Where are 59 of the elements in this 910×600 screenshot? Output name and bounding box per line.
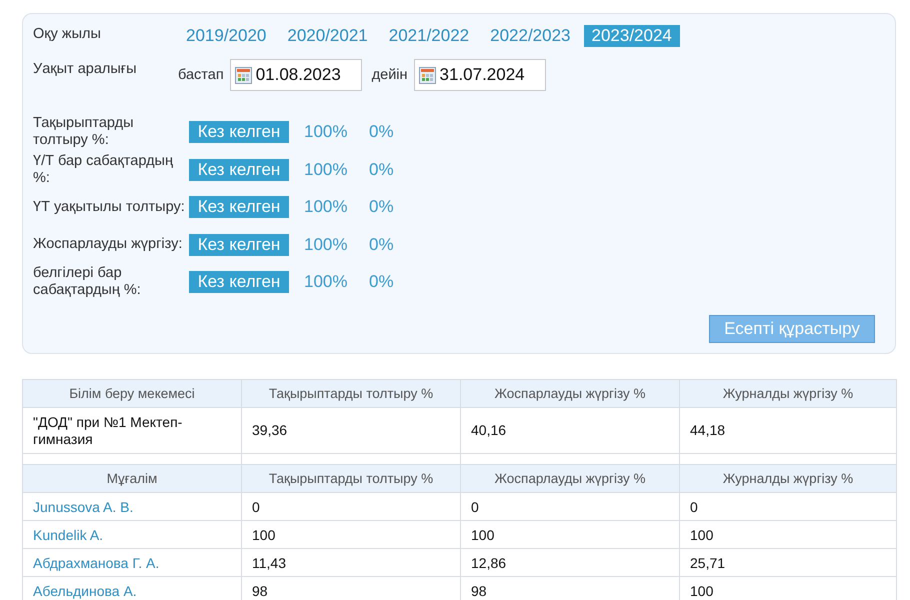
column-header: Білім беру мекемесі [22, 380, 242, 408]
mode-button[interactable]: Кез келген [189, 158, 289, 181]
table-cell: 100 [680, 520, 896, 548]
year-tab[interactable]: 2020/2021 [279, 25, 376, 47]
column-header: Мұғалім [22, 464, 242, 492]
metric-label: ҮТ уақытылы толтыру: [33, 198, 186, 216]
calendar-icon[interactable] [418, 66, 436, 84]
column-header: Жоспарлауды жүргізу % [460, 380, 680, 408]
max-percent[interactable]: 100% [304, 160, 369, 180]
column-header: Жоспарлауды жүргізу % [460, 464, 680, 492]
calendar-icon[interactable] [234, 66, 252, 84]
column-header: Тақырыптарды толтыру % [242, 464, 460, 492]
year-tab[interactable]: 2021/2022 [380, 25, 478, 47]
table-cell: 100 [460, 520, 680, 548]
table-cell: 12,86 [460, 548, 680, 576]
metric-label: белгілері бар сабақтардың %: [33, 265, 142, 300]
table-cell: 25,71 [680, 548, 896, 576]
school-name-cell: "ДОД" при №1 Мектеп-гимназия [22, 408, 242, 454]
teacher-link[interactable]: Абельдинова А. [22, 576, 242, 600]
metric-label: Жоспарлауды жүргізу: [33, 236, 184, 254]
year-tab[interactable]: 2019/2020 [178, 25, 274, 47]
teacher-link[interactable]: Kundelik A. [22, 520, 242, 548]
from-label: бастап [178, 67, 224, 83]
year-label: Оқу жылы [33, 25, 102, 42]
table-cell: 100 [242, 520, 460, 548]
column-header: Журналды жүргізу % [680, 464, 896, 492]
max-percent[interactable]: 100% [304, 234, 369, 255]
metric-label: Тақырыптарды толтыру %: [33, 115, 135, 150]
table-cell: 40,16 [460, 408, 680, 454]
to-date-field[interactable]: 31.07.2024 [414, 59, 546, 91]
min-percent[interactable]: 0% [369, 160, 394, 180]
max-percent[interactable]: 100% [304, 272, 369, 292]
column-header: Журналды жүргізу % [680, 380, 896, 408]
table-cell: 0 [242, 492, 460, 520]
mode-button[interactable]: Кез келген [189, 234, 289, 256]
to-label: дейін [372, 67, 408, 83]
column-header: Тақырыптарды толтыру % [242, 380, 460, 408]
mode-button[interactable]: Кез келген [189, 271, 289, 294]
build-report-button[interactable]: Есепті құрастыру [709, 315, 875, 343]
table-cell: 0 [680, 492, 896, 520]
teacher-link[interactable]: Junussova A. B. [22, 492, 242, 520]
from-date-field[interactable]: 01.08.2023 [230, 59, 362, 91]
table-cell: 0 [460, 492, 680, 520]
min-percent[interactable]: 0% [369, 122, 394, 142]
min-percent[interactable]: 0% [369, 272, 394, 292]
metric-label: Ү/Т бар сабақтардың %: [33, 152, 174, 187]
table-cell: 39,36 [242, 408, 460, 454]
min-percent[interactable]: 0% [369, 234, 394, 255]
min-percent[interactable]: 0% [369, 197, 394, 218]
year-tab[interactable]: 2023/2024 [584, 25, 680, 47]
mode-button[interactable]: Кез келген [189, 121, 289, 144]
max-percent[interactable]: 100% [304, 197, 369, 218]
teacher-link[interactable]: Абдрахманова Г. А. [22, 548, 242, 576]
table-cell: 44,18 [680, 408, 896, 454]
max-percent[interactable]: 100% [304, 122, 369, 142]
period-label: Уақыт аралығы [33, 60, 138, 77]
mode-button[interactable]: Кез келген [189, 196, 289, 218]
year-tab[interactable]: 2022/2023 [482, 25, 578, 47]
table-cell: 11,43 [242, 548, 460, 576]
